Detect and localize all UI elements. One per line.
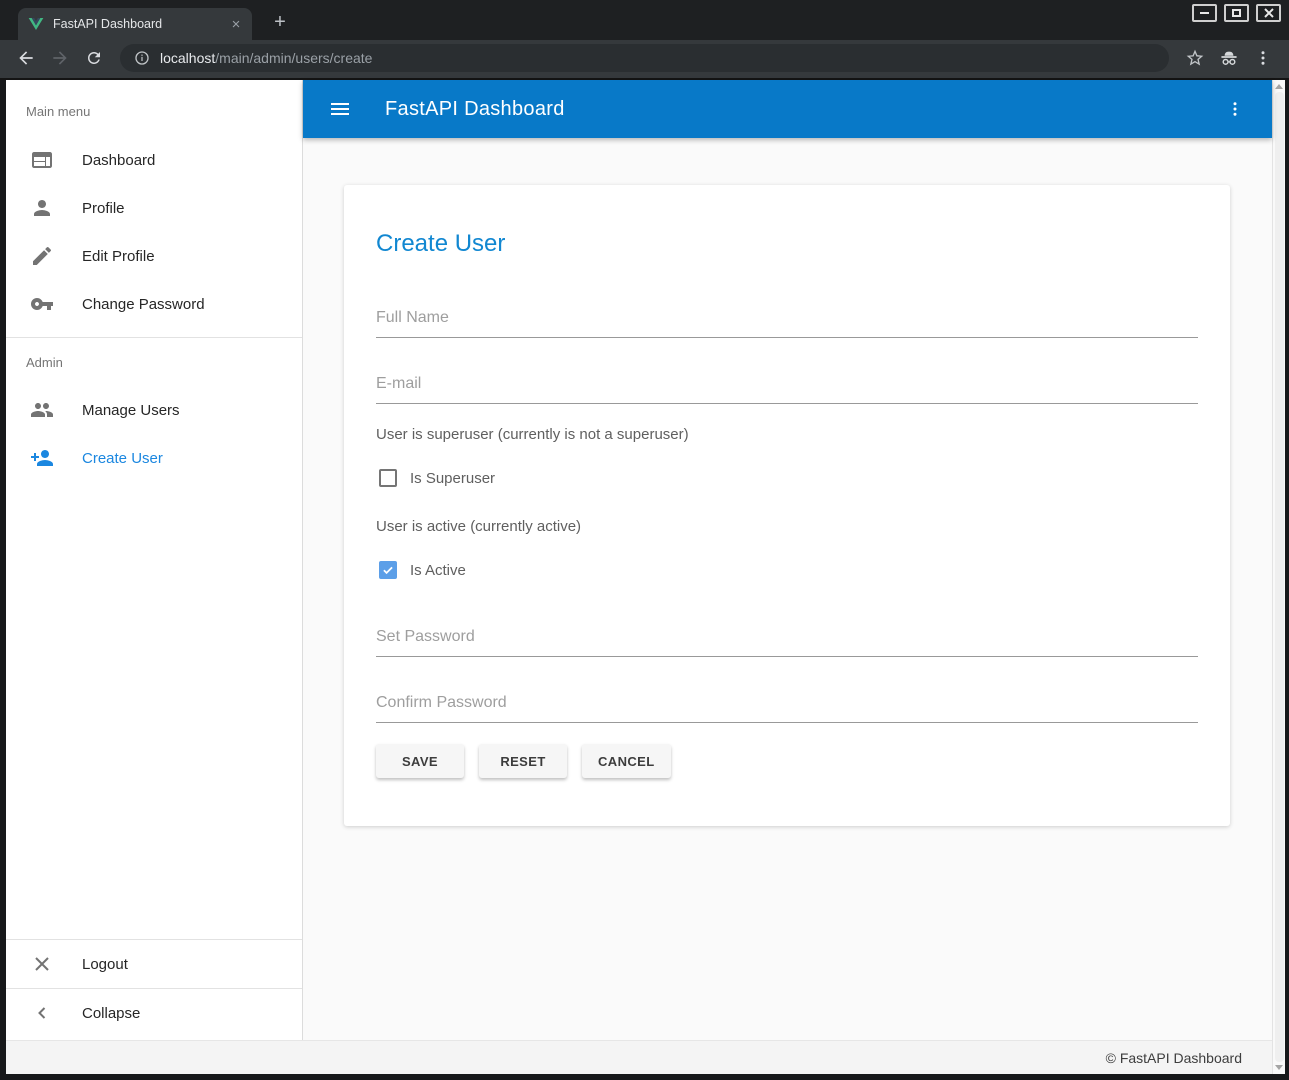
check-icon <box>381 563 395 577</box>
forward-arrow-icon <box>50 48 70 68</box>
confirm-password-input[interactable] <box>376 694 1198 723</box>
page-info-icon[interactable] <box>134 50 150 66</box>
back-arrow-icon <box>16 48 36 68</box>
sidebar-item-label: Create User <box>82 450 163 467</box>
sidebar-item-label: Profile <box>82 200 125 217</box>
sidebar-item-edit-profile[interactable]: Edit Profile <box>6 232 302 280</box>
checkbox-box[interactable] <box>379 469 397 487</box>
window-maximize-button[interactable] <box>1224 4 1249 22</box>
person-icon <box>30 196 54 220</box>
app-title: FastAPI Dashboard <box>385 98 565 121</box>
sidebar-section-admin: Admin <box>6 338 302 386</box>
maximize-icon <box>1232 9 1241 17</box>
page-footer: © FastAPI Dashboard <box>6 1040 1272 1074</box>
dots-vertical-icon <box>1226 100 1244 118</box>
scroll-up-icon[interactable] <box>1275 84 1283 89</box>
window-minimize-button[interactable] <box>1192 4 1217 22</box>
page-title: Create User <box>376 229 1198 259</box>
browser-tab[interactable]: FastAPI Dashboard × <box>18 8 252 40</box>
checkbox-label: Is Active <box>410 562 466 579</box>
vertical-scrollbar[interactable] <box>1272 80 1285 1074</box>
superuser-note: User is superuser (currently is not a su… <box>376 425 1198 445</box>
sidebar-item-manage-users[interactable]: Manage Users <box>6 386 302 434</box>
people-icon <box>30 398 54 422</box>
checkbox-label: Is Superuser <box>410 470 495 487</box>
incognito-icon <box>1218 47 1240 69</box>
person-add-icon <box>30 446 54 470</box>
sidebar-item-profile[interactable]: Profile <box>6 184 302 232</box>
appbar-overflow-button[interactable] <box>1226 100 1244 118</box>
chevron-left-icon <box>30 1001 54 1025</box>
tab-title: FastAPI Dashboard <box>53 17 228 31</box>
minimize-icon <box>1200 12 1209 14</box>
page-content: Create User User is superuser (currently… <box>303 138 1272 1040</box>
set-password-input[interactable] <box>376 628 1198 657</box>
checkbox-box[interactable] <box>379 561 397 579</box>
browser-toolbar: localhost/main/admin/users/create <box>0 40 1289 80</box>
url-host: localhost <box>160 50 215 66</box>
incognito-indicator <box>1215 44 1243 72</box>
reload-button[interactable] <box>80 44 108 72</box>
sidebar-item-label: Dashboard <box>82 152 155 169</box>
browser-window: FastAPI Dashboard × + loc <box>0 0 1289 1080</box>
reload-icon <box>85 49 103 67</box>
tab-strip: FastAPI Dashboard × + <box>0 0 1289 40</box>
is-active-checkbox[interactable]: Is Active <box>376 560 1198 580</box>
back-button[interactable] <box>12 44 40 72</box>
tab-close-icon[interactable]: × <box>228 17 244 32</box>
sidebar-item-create-user[interactable]: Create User <box>6 434 302 482</box>
sidebar: Main menu Dashboard Profile <box>6 80 303 1040</box>
sidebar-item-label: Change Password <box>82 296 205 313</box>
full-name-input[interactable] <box>376 309 1198 338</box>
pencil-icon <box>30 244 54 268</box>
star-icon <box>1185 48 1205 68</box>
main-area: FastAPI Dashboard Create User User is su… <box>303 80 1272 1040</box>
sidebar-item-label: Logout <box>82 956 128 973</box>
logout-close-icon <box>30 952 54 976</box>
sidebar-spacer <box>6 482 302 939</box>
active-note: User is active (currently active) <box>376 517 1198 537</box>
scroll-down-icon[interactable] <box>1275 1065 1283 1070</box>
create-user-card: Create User User is superuser (currently… <box>344 185 1230 826</box>
is-superuser-checkbox[interactable]: Is Superuser <box>376 468 1198 488</box>
sidebar-item-label: Manage Users <box>82 402 180 419</box>
hamburger-icon <box>328 97 352 121</box>
forward-button[interactable] <box>46 44 74 72</box>
app-header: FastAPI Dashboard <box>303 80 1272 138</box>
dots-vertical-icon <box>1254 49 1272 67</box>
cancel-button[interactable]: CANCEL <box>582 744 671 778</box>
new-tab-button[interactable]: + <box>266 8 294 36</box>
vue-logo-icon <box>28 16 44 32</box>
page-frame: Main menu Dashboard Profile <box>0 80 1289 1080</box>
url-path: /main/admin/users/create <box>215 50 372 66</box>
address-bar[interactable]: localhost/main/admin/users/create <box>120 44 1169 72</box>
close-icon <box>1264 8 1274 18</box>
sidebar-item-logout[interactable]: Logout <box>6 940 302 988</box>
scrollbar-thumb[interactable] <box>1275 92 1284 1062</box>
sidebar-section-main-menu: Main menu <box>6 80 302 136</box>
email-input[interactable] <box>376 375 1198 404</box>
window-controls <box>1192 4 1281 22</box>
sidebar-item-dashboard[interactable]: Dashboard <box>6 136 302 184</box>
sidebar-item-collapse[interactable]: Collapse <box>6 989 302 1037</box>
browser-menu-button[interactable] <box>1249 44 1277 72</box>
hamburger-menu-button[interactable] <box>328 97 352 121</box>
copyright-text: © FastAPI Dashboard <box>1106 1050 1242 1066</box>
sidebar-item-label: Collapse <box>82 1005 140 1022</box>
url-text[interactable]: localhost/main/admin/users/create <box>160 50 372 66</box>
form-actions: SAVE RESET CANCEL <box>376 744 1198 778</box>
key-icon <box>30 292 54 316</box>
window-close-button[interactable] <box>1256 4 1281 22</box>
sidebar-item-change-password[interactable]: Change Password <box>6 280 302 328</box>
reset-button[interactable]: RESET <box>479 744 567 778</box>
sidebar-item-label: Edit Profile <box>82 248 155 265</box>
bookmark-button[interactable] <box>1181 44 1209 72</box>
save-button[interactable]: SAVE <box>376 744 464 778</box>
dashboard-icon <box>30 148 54 172</box>
